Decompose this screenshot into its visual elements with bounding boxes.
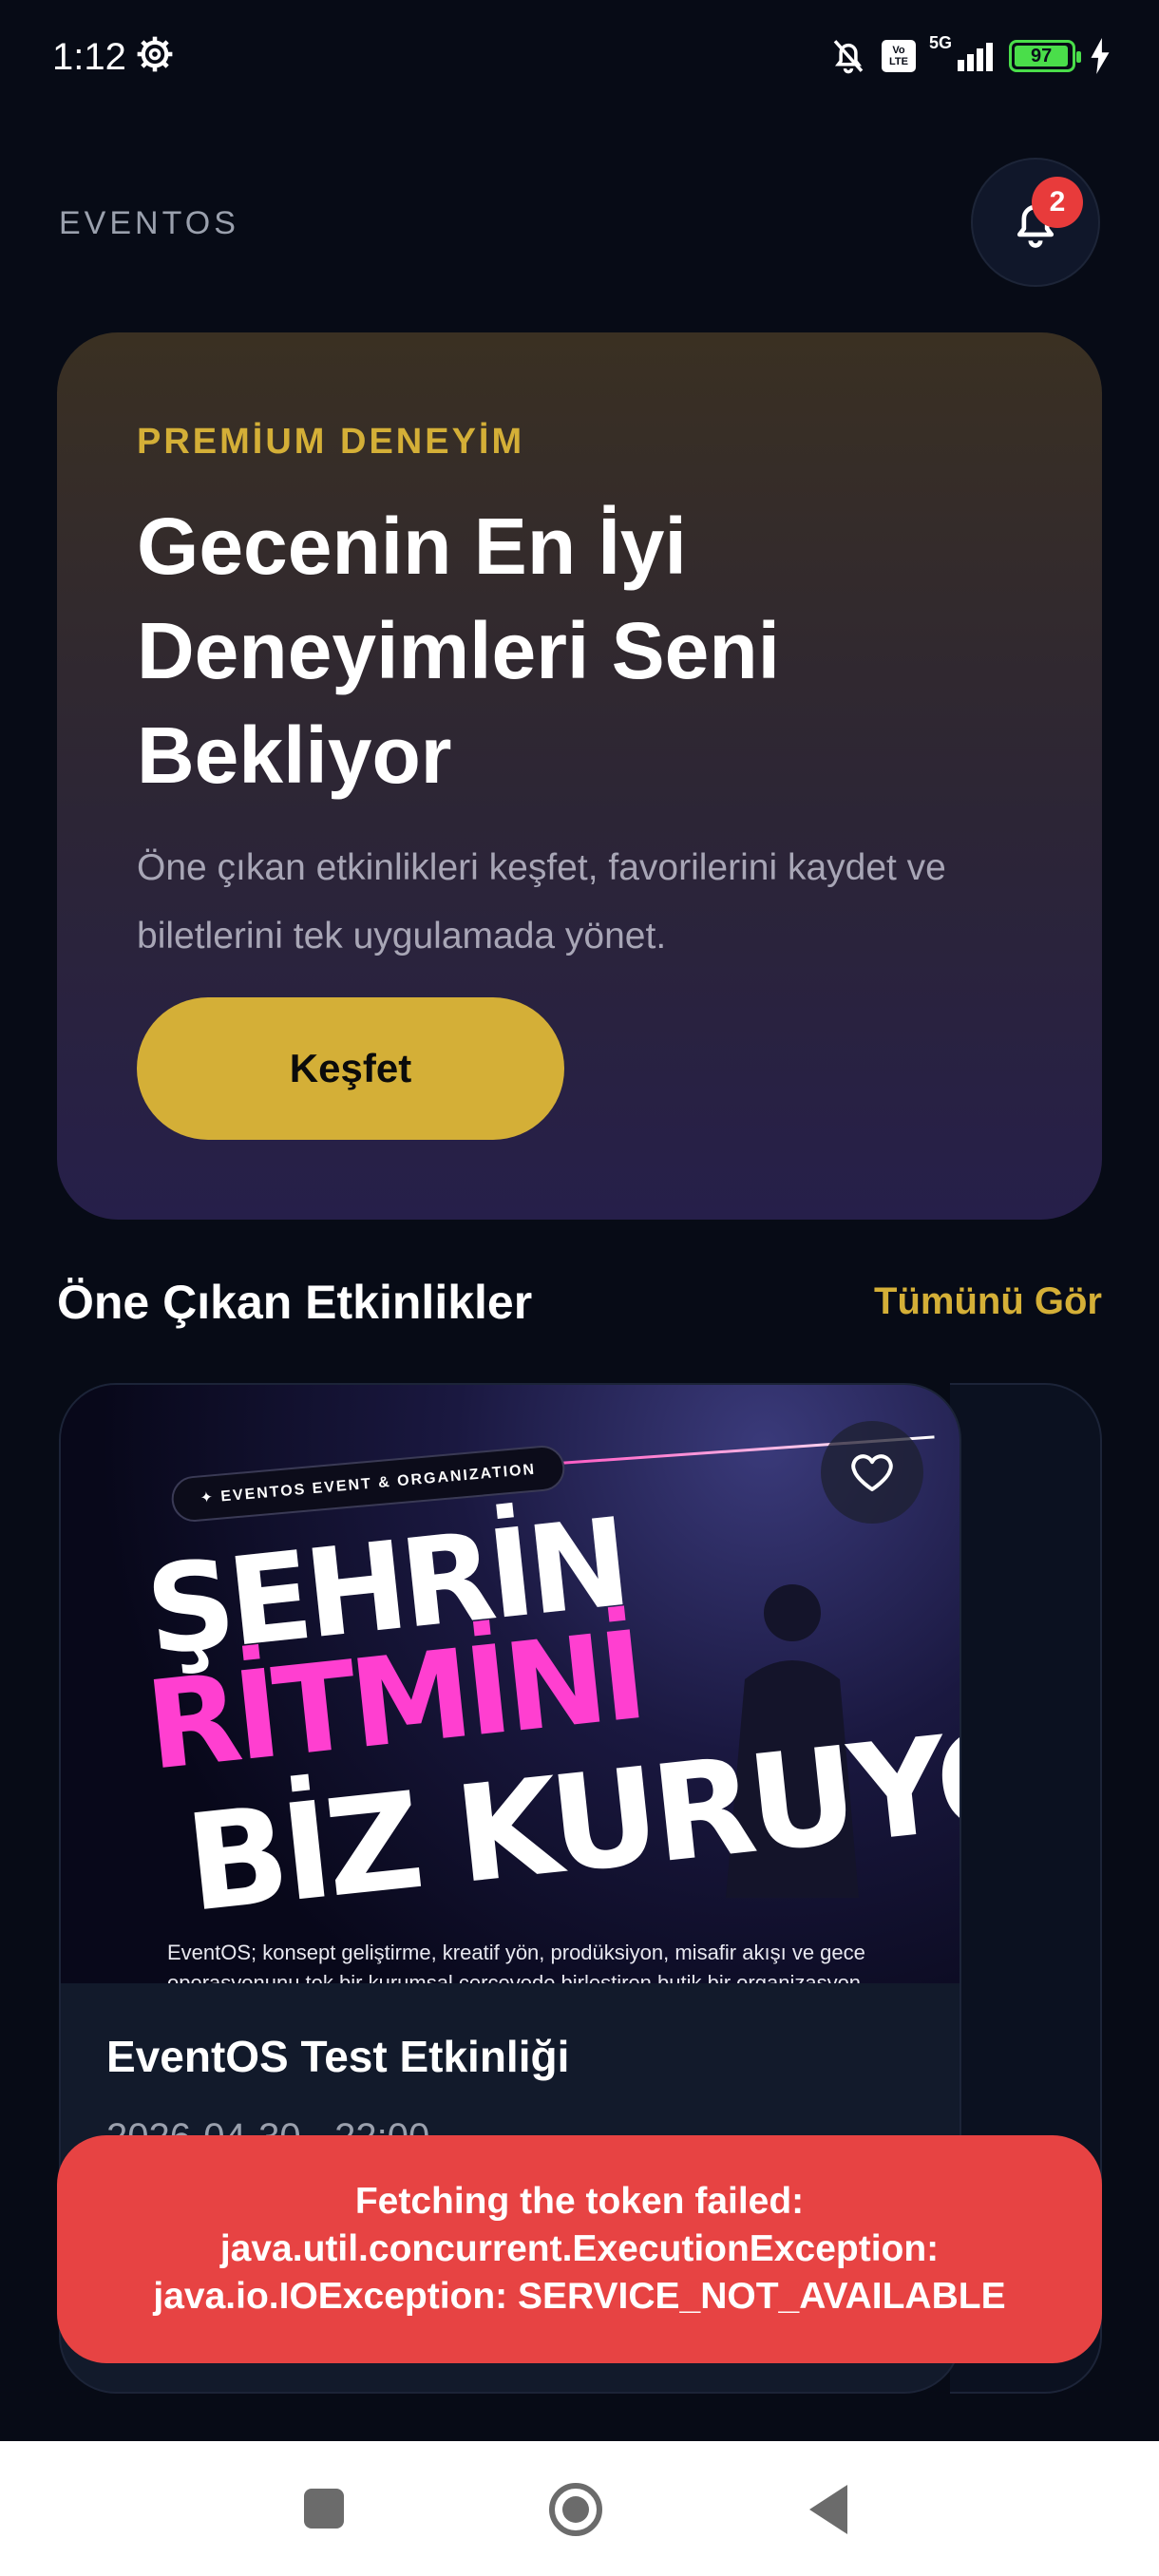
- explore-button[interactable]: Keşfet: [137, 997, 564, 1140]
- status-time: 1:12: [52, 36, 126, 78]
- hero-title: Gecenin En İyi Deneyimleri Seni Bekliyor: [137, 502, 780, 800]
- brand-name: EVENTOS: [59, 205, 239, 241]
- status-icons: Vo LTE 5G 97: [828, 33, 1112, 78]
- status-bar: 1:12 Vo LTE 5G 97: [0, 0, 1159, 114]
- hero-description: Öne çıkan etkinlikleri keşfet, favoriler…: [137, 847, 946, 957]
- charging-bolt-icon: [1091, 38, 1110, 74]
- volte-icon: Vo LTE: [882, 40, 916, 72]
- hero-card: PREMİUM DENEYİM Gecenin En İyi Deneyimle…: [57, 332, 1102, 1220]
- settings-gear-icon: [137, 36, 173, 72]
- battery-icon: 97: [1009, 40, 1081, 72]
- network-label: 5G: [929, 33, 953, 52]
- back-button[interactable]: [809, 2485, 847, 2534]
- heart-icon: [851, 1454, 893, 1491]
- error-toast: Fetching the token failed: java.util.con…: [57, 2135, 1102, 2363]
- image-caption: EventOS; konsept geliştirme, kreatif yön…: [167, 1941, 865, 1983]
- see-all-link[interactable]: Tümünü Gör: [874, 1280, 1102, 1323]
- home-button[interactable]: [549, 2483, 602, 2536]
- event-title: EventOS Test Etkinliği: [106, 2032, 570, 2081]
- battery-level: 97: [1031, 45, 1053, 66]
- hero-kicker: PREMİUM DENEYİM: [137, 422, 525, 462]
- notification-badge: 2: [1032, 177, 1083, 228]
- volte-label: Vo LTE: [889, 45, 908, 67]
- toast-message: Fetching the token failed: java.util.con…: [153, 2181, 1006, 2317]
- home-dot: [562, 2496, 589, 2523]
- signal-icon: 5G: [929, 33, 996, 75]
- featured-events-title: Öne Çıkan Etkinlikler: [57, 1276, 533, 1329]
- favorite-button[interactable]: [821, 1421, 923, 1524]
- notifications-button[interactable]: [971, 158, 1100, 287]
- recents-button[interactable]: [304, 2489, 344, 2529]
- bell-off-icon: [833, 40, 864, 74]
